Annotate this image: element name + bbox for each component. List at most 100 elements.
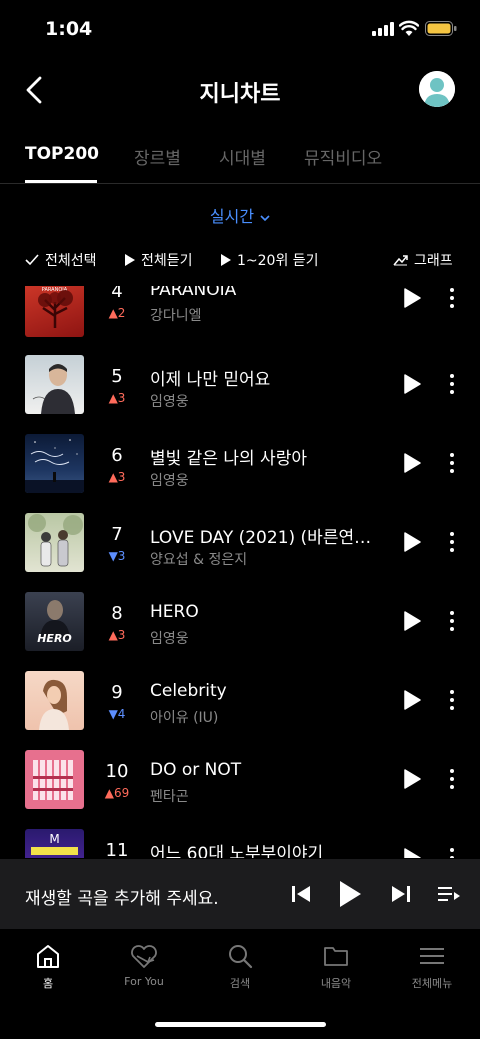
header: 지니차트	[0, 60, 480, 120]
album-art-text: HERO	[37, 632, 72, 645]
realtime-dropdown[interactable]: 실시간	[0, 203, 480, 227]
check-icon	[25, 254, 39, 266]
nav-my-music[interactable]: 내음악	[301, 943, 371, 991]
nav-for-you[interactable]: For You	[109, 943, 179, 988]
nav-home[interactable]: 홈	[13, 943, 83, 991]
album-art-image	[32, 364, 75, 414]
list-item[interactable]: 10 ▲69 DO or NOT 펜타곤	[0, 750, 480, 829]
album-art-image: M	[31, 832, 78, 855]
album-art	[25, 671, 84, 730]
tab-music-video[interactable]: 뮤직비디오	[304, 144, 382, 169]
more-options-icon[interactable]	[444, 768, 460, 790]
select-all-button[interactable]: 전체선택	[25, 250, 97, 270]
rank-change: ▼4	[108, 707, 126, 721]
album-art	[25, 750, 84, 809]
playlist-icon[interactable]	[437, 885, 461, 903]
play-icon[interactable]	[338, 880, 362, 908]
more-options-icon[interactable]	[444, 610, 460, 632]
list-item[interactable]: PARANOIA 4 ▲2 PARANOIA 강다니엘	[0, 286, 480, 357]
song-title: HERO	[150, 602, 199, 622]
select-all-label: 전체선택	[45, 253, 97, 269]
play-icon[interactable]	[403, 374, 421, 394]
play-icon[interactable]	[403, 690, 421, 710]
folder-icon	[324, 947, 348, 966]
more-options-icon[interactable]	[444, 452, 460, 474]
rank-number: 5	[111, 366, 123, 387]
play-icon[interactable]	[403, 769, 421, 789]
tab-genre[interactable]: 장르별	[134, 144, 181, 169]
rank-change: ▲3	[108, 470, 126, 484]
play-icon	[125, 254, 135, 266]
previous-track-icon[interactable]	[291, 885, 311, 903]
album-art	[25, 355, 84, 414]
chevron-down-icon	[260, 214, 270, 221]
home-indicator[interactable]	[155, 1022, 326, 1027]
list-item[interactable]: 9 ▼4 Celebrity 아이유 (IU)	[0, 671, 480, 750]
list-item[interactable]: 6 ▲3 별빛 같은 나의 사랑아 임영웅	[0, 434, 480, 513]
nav-home-label: 홈	[42, 977, 54, 990]
home-icon	[37, 945, 59, 968]
mini-player: 재생할 곡을 추가해 주세요.	[0, 859, 480, 929]
graph-button[interactable]: 그래프	[393, 250, 453, 270]
chart-actions: 전체선택 전체듣기 1~20위 듣기 그래프	[0, 250, 480, 274]
battery-icon	[425, 21, 457, 36]
album-art-image: PARANOIA	[38, 287, 73, 328]
album-art-image	[39, 679, 69, 730]
song-title: LOVE DAY (2021) (바른연…	[150, 528, 372, 548]
nav-all-menu[interactable]: 전체메뉴	[397, 943, 467, 991]
rank-number: 9	[111, 682, 123, 703]
play-icon[interactable]	[403, 848, 421, 858]
play-top20-button[interactable]: 1~20위 듣기	[220, 250, 319, 270]
artist-name: 펜타곤	[150, 789, 189, 805]
rank-number: 10	[105, 761, 129, 782]
more-options-icon[interactable]	[444, 689, 460, 711]
more-options-icon[interactable]	[444, 847, 460, 858]
status-time: 1:04	[45, 18, 93, 40]
nav-search[interactable]: 검색	[205, 943, 275, 991]
cellular-signal-icon	[372, 22, 394, 36]
chart-list: PARANOIA 4 ▲2 PARANOIA 강다니엘 5 ▲3 이제 나만 믿…	[0, 286, 480, 858]
rank-number: 4	[111, 286, 123, 302]
artist-name: 임영웅	[150, 473, 189, 489]
more-options-icon[interactable]	[444, 373, 460, 395]
tab-era[interactable]: 시대별	[219, 144, 266, 169]
trend-chart-icon	[393, 255, 408, 266]
album-art-image: HERO	[37, 600, 72, 645]
more-options-icon[interactable]	[444, 531, 460, 553]
chart-tabs: TOP200 장르별 시대별 뮤직비디오	[0, 132, 480, 184]
album-art-text: M	[49, 832, 59, 846]
album-art: M	[25, 829, 84, 858]
active-tab-indicator	[25, 180, 97, 183]
album-art-image	[25, 439, 84, 493]
profile-avatar[interactable]	[419, 71, 455, 107]
next-track-icon[interactable]	[391, 885, 411, 903]
player-message[interactable]: 재생할 곡을 추가해 주세요.	[25, 884, 219, 909]
artist-name: 아이유 (IU)	[150, 710, 219, 726]
user-avatar-icon	[419, 71, 455, 107]
play-icon[interactable]	[403, 532, 421, 552]
artist-name: 임영웅	[150, 631, 189, 647]
rank-change: ▲2	[108, 306, 126, 320]
graph-label: 그래프	[414, 253, 453, 269]
play-icon[interactable]	[403, 288, 421, 308]
rank-number: 8	[111, 603, 123, 624]
play-all-button[interactable]: 전체듣기	[124, 250, 193, 270]
list-item[interactable]: 5 ▲3 이제 나만 믿어요 임영웅	[0, 355, 480, 434]
rank-number: 7	[111, 524, 123, 545]
album-art-image	[33, 760, 73, 800]
list-item[interactable]: HERO 8 ▲3 HERO 임영웅	[0, 592, 480, 671]
heart-shuffle-icon	[131, 945, 157, 968]
list-item[interactable]: 7 ▼3 LOVE DAY (2021) (바른연… 양요섭 & 정은지	[0, 513, 480, 592]
play-icon[interactable]	[403, 611, 421, 631]
status-bar: 1:04	[0, 0, 480, 60]
nav-for-you-label: For You	[124, 975, 164, 988]
tab-top200[interactable]: TOP200	[25, 144, 99, 164]
play-all-label: 전체듣기	[141, 253, 193, 269]
list-item[interactable]: M 11 어느 60대 노부부이야기	[0, 829, 480, 858]
more-options-icon[interactable]	[444, 287, 460, 309]
rank-change: ▲69	[104, 786, 130, 800]
play-icon[interactable]	[403, 453, 421, 473]
song-title: 어느 60대 노부부이야기	[150, 844, 324, 858]
artist-name: 양요섭 & 정은지	[150, 552, 248, 568]
nav-search-label: 검색	[229, 977, 251, 990]
